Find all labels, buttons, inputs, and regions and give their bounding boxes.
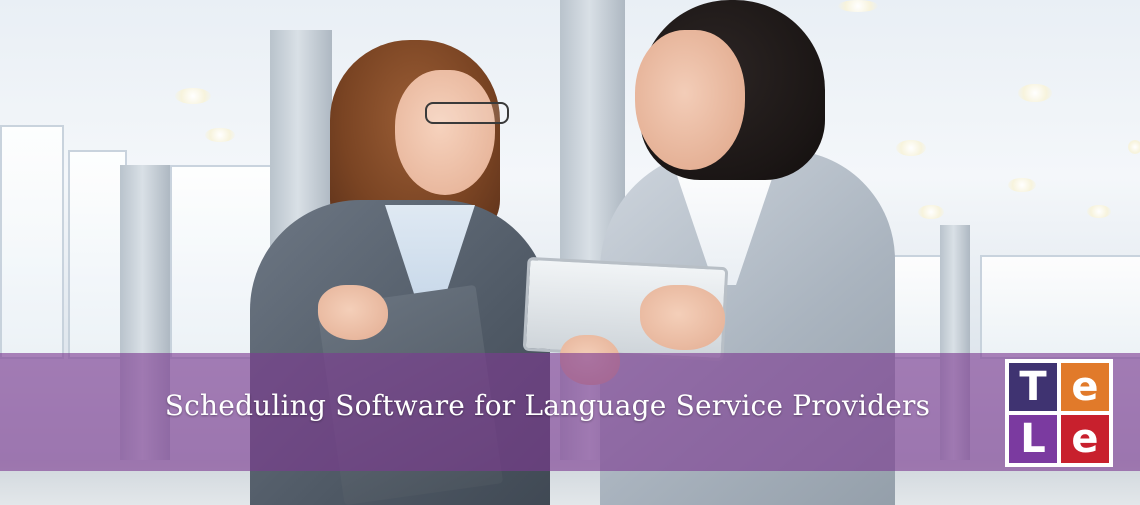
woman-right-face bbox=[635, 30, 745, 170]
logo-letter-t: T bbox=[1009, 363, 1057, 411]
logo-letter-e-bottom: e bbox=[1061, 415, 1109, 463]
ceiling-light bbox=[1087, 205, 1111, 218]
logo-letter-l: L bbox=[1009, 415, 1057, 463]
ceiling-light bbox=[1008, 178, 1036, 192]
hero-banner: Scheduling Software for Language Service… bbox=[0, 0, 1140, 505]
ceiling-light bbox=[838, 0, 878, 12]
window-pane bbox=[0, 125, 64, 359]
logo-letter-e-top: e bbox=[1061, 363, 1109, 411]
tele-logo[interactable]: T e L e bbox=[1005, 359, 1113, 467]
woman-left-face bbox=[395, 70, 495, 195]
ceiling-light bbox=[175, 88, 211, 104]
ceiling-light bbox=[1128, 140, 1140, 154]
hand bbox=[318, 285, 388, 340]
glasses-icon bbox=[425, 102, 509, 124]
hand bbox=[640, 285, 725, 350]
headline-text: Scheduling Software for Language Service… bbox=[164, 389, 931, 422]
window-pane bbox=[68, 150, 127, 359]
window-pane bbox=[980, 255, 1140, 359]
ceiling-light bbox=[896, 140, 926, 156]
ceiling-light bbox=[918, 205, 944, 219]
ceiling-light bbox=[1018, 84, 1052, 102]
ceiling-light bbox=[205, 128, 235, 142]
